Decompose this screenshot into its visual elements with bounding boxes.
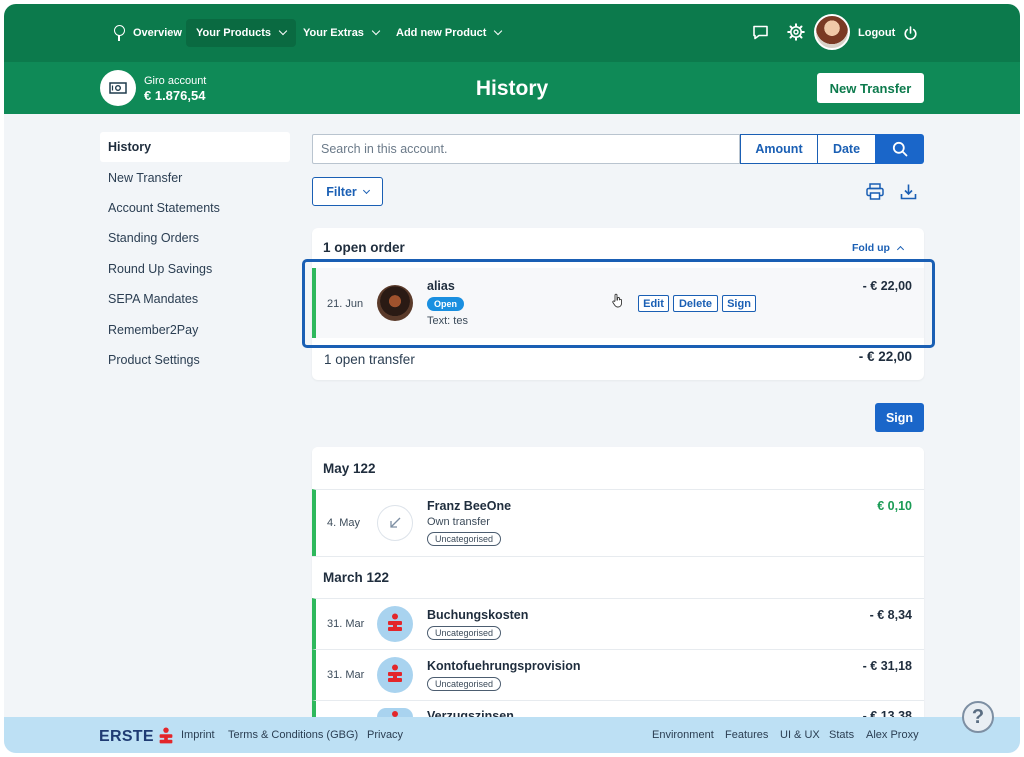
chevron-down-icon <box>362 186 370 194</box>
open-transfer-total: - € 22,00 <box>858 349 912 364</box>
footer-link-ui-ux[interactable]: UI & UX <box>780 729 820 741</box>
footer-link-terms[interactable]: Terms & Conditions (GBG) <box>228 729 358 741</box>
fold-up-button[interactable]: Fold up <box>852 242 904 254</box>
print-icon[interactable] <box>864 180 886 202</box>
footer-link-privacy[interactable]: Privacy <box>367 729 403 741</box>
transaction-amount: - € 13,38 <box>862 710 912 717</box>
nav-your-products[interactable]: Your Products <box>186 19 296 47</box>
month-header: May 122 <box>312 447 924 489</box>
nav-your-products-label: Your Products <box>196 27 271 39</box>
transaction-date: 4. May <box>327 517 361 529</box>
nav-add-new-product-label: Add new Product <box>396 27 487 39</box>
chat-icon[interactable] <box>749 21 771 43</box>
sparkasse-logo-icon <box>377 657 413 693</box>
nav-your-extras[interactable]: Your Extras <box>293 19 389 47</box>
transaction-date: 31. Mar <box>327 669 365 681</box>
filter-button[interactable]: Filter <box>312 177 383 206</box>
chevron-down-icon <box>494 26 503 36</box>
sparkasse-logo-icon <box>377 606 413 642</box>
transaction-date: 31. Mar <box>327 618 365 630</box>
search-input[interactable]: Search in this account. <box>312 134 740 164</box>
chevron-down-icon <box>278 26 288 36</box>
nav-add-new-product[interactable]: Add new Product <box>386 19 511 47</box>
footer-link-imprint[interactable]: Imprint <box>181 729 215 741</box>
transaction-amount: - € 8,34 <box>869 608 912 622</box>
gear-icon[interactable] <box>785 21 807 43</box>
transaction-name: Kontofuehrungsprovision <box>427 659 581 673</box>
account-header: Giro account € 1.876,54 History New Tran… <box>4 62 1020 114</box>
open-transfer-summary: 1 open transfer <box>324 352 415 367</box>
transaction-name: Buchungskosten <box>427 608 529 622</box>
sort-date-button[interactable]: Date <box>817 134 876 164</box>
power-icon <box>903 25 918 41</box>
footer: ERSTE Imprint Terms & Conditions (GBG) P… <box>4 717 1020 753</box>
selection-highlight <box>302 259 935 348</box>
sign-button[interactable]: Sign <box>875 403 924 432</box>
category-tag[interactable]: Uncategorised <box>427 626 502 640</box>
category-tag[interactable]: Uncategorised <box>427 677 502 691</box>
footer-link-features[interactable]: Features <box>725 729 768 741</box>
sidebar-item-standing-orders[interactable]: Standing Orders <box>100 223 290 253</box>
sidebar-item-history[interactable]: History <box>100 132 290 163</box>
month-header: March 122 <box>312 556 924 598</box>
footer-link-environment[interactable]: Environment <box>652 729 714 741</box>
erste-logo: ERSTE <box>99 727 175 747</box>
fold-up-label: Fold up <box>852 242 890 254</box>
open-orders-title: 1 open order <box>323 240 405 255</box>
new-transfer-button[interactable]: New Transfer <box>817 73 924 103</box>
search-button[interactable] <box>875 134 924 164</box>
sort-amount-button[interactable]: Amount <box>740 134 818 164</box>
chevron-down-icon <box>371 26 381 36</box>
user-avatar[interactable] <box>814 14 850 50</box>
transaction-amount: - € 31,18 <box>862 659 912 673</box>
sidebar-item-account-statements[interactable]: Account Statements <box>100 193 290 223</box>
sidebar-item-new-transfer[interactable]: New Transfer <box>100 162 290 192</box>
logout-button[interactable]: Logout <box>848 19 928 47</box>
chevron-up-icon <box>896 245 904 254</box>
nav-overview[interactable]: Overview <box>104 19 192 47</box>
logout-label: Logout <box>858 27 896 39</box>
category-tag[interactable]: Uncategorised <box>427 532 502 546</box>
nav-overview-label: Overview <box>133 27 182 39</box>
download-icon[interactable] <box>897 180 919 202</box>
footer-link-stats[interactable]: Stats <box>829 729 854 741</box>
search-icon <box>892 141 907 157</box>
help-icon[interactable]: ? <box>962 701 994 733</box>
sparkasse-logo-icon <box>377 708 413 717</box>
sparkasse-logo-icon <box>159 727 173 744</box>
footer-link-alex-proxy[interactable]: Alex Proxy <box>866 729 919 741</box>
transaction-subtitle: Own transfer <box>427 516 490 528</box>
sidebar-item-sepa-mandates[interactable]: SEPA Mandates <box>100 284 290 314</box>
app-window: Overview Your Products Your Extras Add n… <box>4 4 1020 753</box>
incoming-arrow-icon <box>377 505 413 541</box>
transaction-name: Verzugszinsen <box>427 710 514 717</box>
sidebar-item-product-settings[interactable]: Product Settings <box>100 345 290 375</box>
brand-name: ERSTE <box>99 728 154 745</box>
sidebar: History New Transfer Account Statements … <box>100 132 290 375</box>
pin-icon <box>114 25 125 41</box>
filter-label: Filter <box>326 184 357 199</box>
transaction-amount: € 0,10 <box>877 499 912 513</box>
nav-your-extras-label: Your Extras <box>303 27 364 39</box>
sidebar-item-remember2pay[interactable]: Remember2Pay <box>100 314 290 344</box>
top-navigation: Overview Your Products Your Extras Add n… <box>4 4 1020 62</box>
transaction-name: Franz BeeOne <box>427 499 512 513</box>
sidebar-item-round-up-savings[interactable]: Round Up Savings <box>100 254 290 284</box>
